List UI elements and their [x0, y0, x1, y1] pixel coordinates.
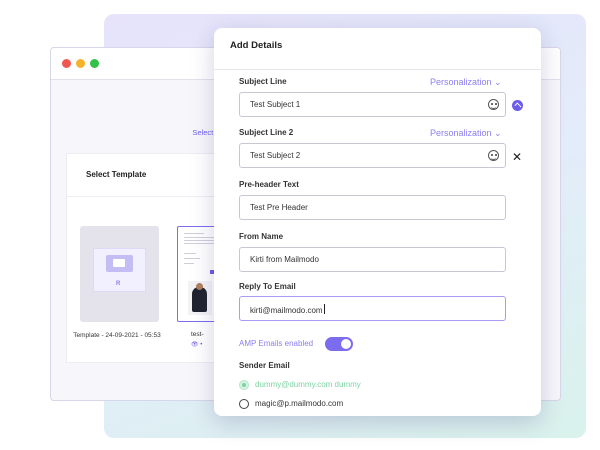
template-placeholder-frame: R	[93, 248, 146, 292]
reply-to-label: Reply To Email	[239, 282, 296, 291]
subject-line-2-input[interactable]: Test Subject 2	[239, 143, 506, 168]
preview-eye-icon[interactable]: 👁 •	[191, 341, 202, 348]
preheader-value: Test Pre Header	[250, 203, 308, 212]
amp-emails-toggle[interactable]	[325, 337, 353, 351]
reply-to-value: kirti@mailmodo.com	[250, 304, 325, 315]
toggle-knob	[341, 339, 351, 349]
modal-title: Add Details	[230, 40, 283, 51]
subject-personalization-dropdown[interactable]: Personalization ⌄	[430, 77, 502, 88]
preheader-label: Pre-header Text	[239, 180, 299, 189]
window-maximize-dot[interactable]	[90, 59, 99, 68]
thumb-person-figure	[192, 287, 207, 312]
template-caption-1: Template - 24-09-2021 - 05:53	[73, 332, 161, 339]
thumb-person-face	[196, 283, 203, 290]
select-template-title: Select Template	[86, 170, 147, 179]
thumb-text-line	[184, 258, 200, 259]
emoji-icon[interactable]	[488, 99, 499, 110]
from-name-input[interactable]: Kirti from Mailmodo	[239, 247, 506, 272]
screenshot-stage: Select Template Select Template R Templa…	[0, 0, 600, 450]
amp-emails-label: AMP Emails enabled	[239, 339, 314, 348]
window-minimize-dot[interactable]	[76, 59, 85, 68]
window-close-dot[interactable]	[62, 59, 71, 68]
remove-subject-icon[interactable]: ✕	[512, 150, 522, 164]
sender-email-label: Sender Email	[239, 361, 290, 370]
reply-to-input[interactable]: kirti@mailmodo.com	[239, 296, 506, 321]
template-thumbnail-1[interactable]: R	[80, 226, 159, 322]
reply-to-text: kirti@mailmodo.com	[250, 306, 323, 315]
subject-line-input[interactable]: Test Subject 1	[239, 92, 506, 117]
subject-line-value: Test Subject 1	[250, 100, 301, 109]
preheader-input[interactable]: Test Pre Header	[239, 195, 506, 220]
from-name-value: Kirti from Mailmodo	[250, 255, 319, 264]
from-name-label: From Name	[239, 232, 284, 241]
template-logo: R	[116, 281, 121, 287]
sender-option-2-radio[interactable]	[239, 399, 249, 409]
subject-line-2-value: Test Subject 2	[250, 151, 301, 160]
add-subject-icon[interactable]	[512, 100, 523, 111]
sender-option-1-radio[interactable]	[239, 380, 249, 390]
add-details-modal: Add Details Subject Line Personalization…	[214, 28, 541, 416]
subject-line-2-label: Subject Line 2	[239, 128, 294, 137]
modal-divider	[214, 69, 541, 70]
thumb-text-line	[184, 253, 196, 254]
thumb-text-line	[184, 263, 194, 264]
emoji-icon[interactable]	[488, 150, 499, 161]
subject-line-label: Subject Line	[239, 77, 287, 86]
sender-option-1-text[interactable]: dummy@dummy.com dummy	[255, 380, 361, 389]
image-placeholder-icon	[106, 255, 133, 272]
subject2-personalization-dropdown[interactable]: Personalization ⌄	[430, 128, 502, 139]
sender-option-2-text[interactable]: magic@p.mailmodo.com	[255, 399, 343, 408]
thumb-text-line	[184, 233, 204, 234]
text-cursor	[323, 304, 325, 314]
